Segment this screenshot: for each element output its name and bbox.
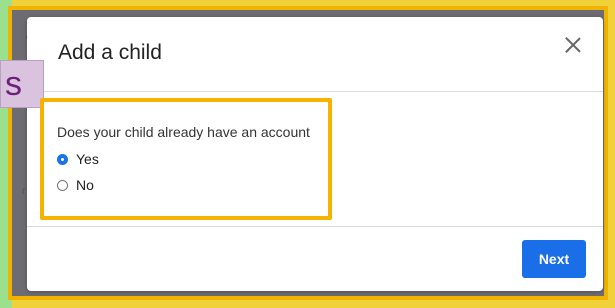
next-button[interactable]: Next (522, 240, 586, 278)
radio-button-yes[interactable] (57, 153, 68, 165)
close-icon[interactable] (563, 35, 583, 55)
add-child-dialog: Add a child Does your child already have… (27, 17, 603, 291)
annotation-tag: s (0, 60, 44, 108)
radio-label-yes: Yes (76, 151, 99, 167)
radio-button-no[interactable] (57, 179, 68, 191)
radio-label-no: No (76, 177, 94, 193)
dialog-title: Add a child (58, 41, 162, 64)
dialog-footer: Next (27, 226, 603, 292)
background-side-text: r (22, 186, 26, 197)
dialog-header: Add a child (27, 17, 603, 92)
radio-option-no[interactable]: No (57, 177, 94, 193)
radio-option-yes[interactable]: Yes (57, 151, 99, 167)
account-question: Does your child already have an account (57, 124, 310, 140)
